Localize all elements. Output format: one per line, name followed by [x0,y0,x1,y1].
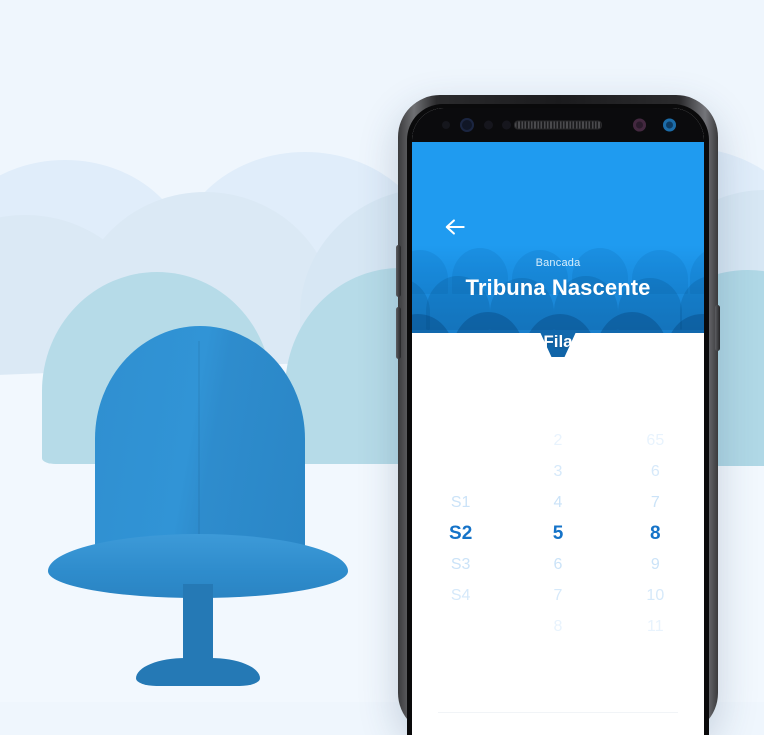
sensor-dot-icon [442,121,450,129]
phone-mockup: Bancada Tribuna Nascente Sector Fila Lug… [396,95,720,735]
phone-bezel: Bancada Tribuna Nascente Sector Fila Lug… [407,104,709,735]
volume-down-button[interactable] [396,307,401,359]
row-picker[interactable]: 2 3 4 5 6 7 8 [509,425,606,655]
chair-foot [136,658,260,686]
header-title: Tribuna Nascente [465,275,651,300]
volume-up-button[interactable] [396,245,401,297]
picker-option[interactable]: 7 [509,580,606,611]
picker-option[interactable] [412,425,509,456]
picker-option[interactable]: 6 [509,549,606,580]
picker-option[interactable]: 6 [607,456,704,487]
picker-option[interactable]: S3 [412,549,509,580]
picker-option[interactable]: 11 [607,611,704,642]
picker-option[interactable]: 9 [607,549,704,580]
picker-option[interactable]: 10 [607,580,704,611]
picker-option-selected[interactable]: 5 [509,518,606,549]
picker-option-selected[interactable]: 8 [607,518,704,549]
selection-sheet: S1 S2 S3 S4 2 3 4 5 6 7 8 65 6 7 8 9 10 … [412,333,704,735]
picker-option[interactable] [412,456,509,487]
sheet-divider [438,712,678,713]
phone-screen: Bancada Tribuna Nascente Sector Fila Lug… [412,108,704,735]
sensor-dot-icon [502,120,511,130]
picker-option[interactable]: S4 [412,580,509,611]
sector-picker[interactable]: S1 S2 S3 S4 [412,425,509,655]
app-header: Bancada Tribuna Nascente Sector Fila Lug… [412,142,704,357]
device-sensor-bar [412,108,704,142]
iris-scanner-icon [633,118,646,132]
proximity-sensor-icon [663,118,676,132]
picker-option[interactable] [412,611,509,642]
sensor-dot-icon [484,120,493,130]
picker-option-selected[interactable]: S2 [412,518,509,549]
power-button[interactable] [715,305,720,351]
picker-option[interactable]: 4 [509,487,606,518]
picker-group: S1 S2 S3 S4 2 3 4 5 6 7 8 65 6 7 8 9 10 … [412,425,704,655]
picker-option[interactable]: 8 [509,611,606,642]
picker-option[interactable]: 7 [607,487,704,518]
header-subtitle: Bancada [535,257,581,269]
front-camera-icon [460,118,474,132]
picker-option[interactable]: 65 [607,425,704,456]
foreground-chair [48,326,348,686]
earpiece-speaker-icon [514,120,602,130]
seat-picker[interactable]: 65 6 7 8 9 10 11 [607,425,704,655]
picker-option[interactable]: 2 [509,425,606,456]
picker-option[interactable]: 3 [509,456,606,487]
header-text-block: Bancada Tribuna Nascente [412,142,704,301]
picker-option[interactable]: S1 [412,487,509,518]
